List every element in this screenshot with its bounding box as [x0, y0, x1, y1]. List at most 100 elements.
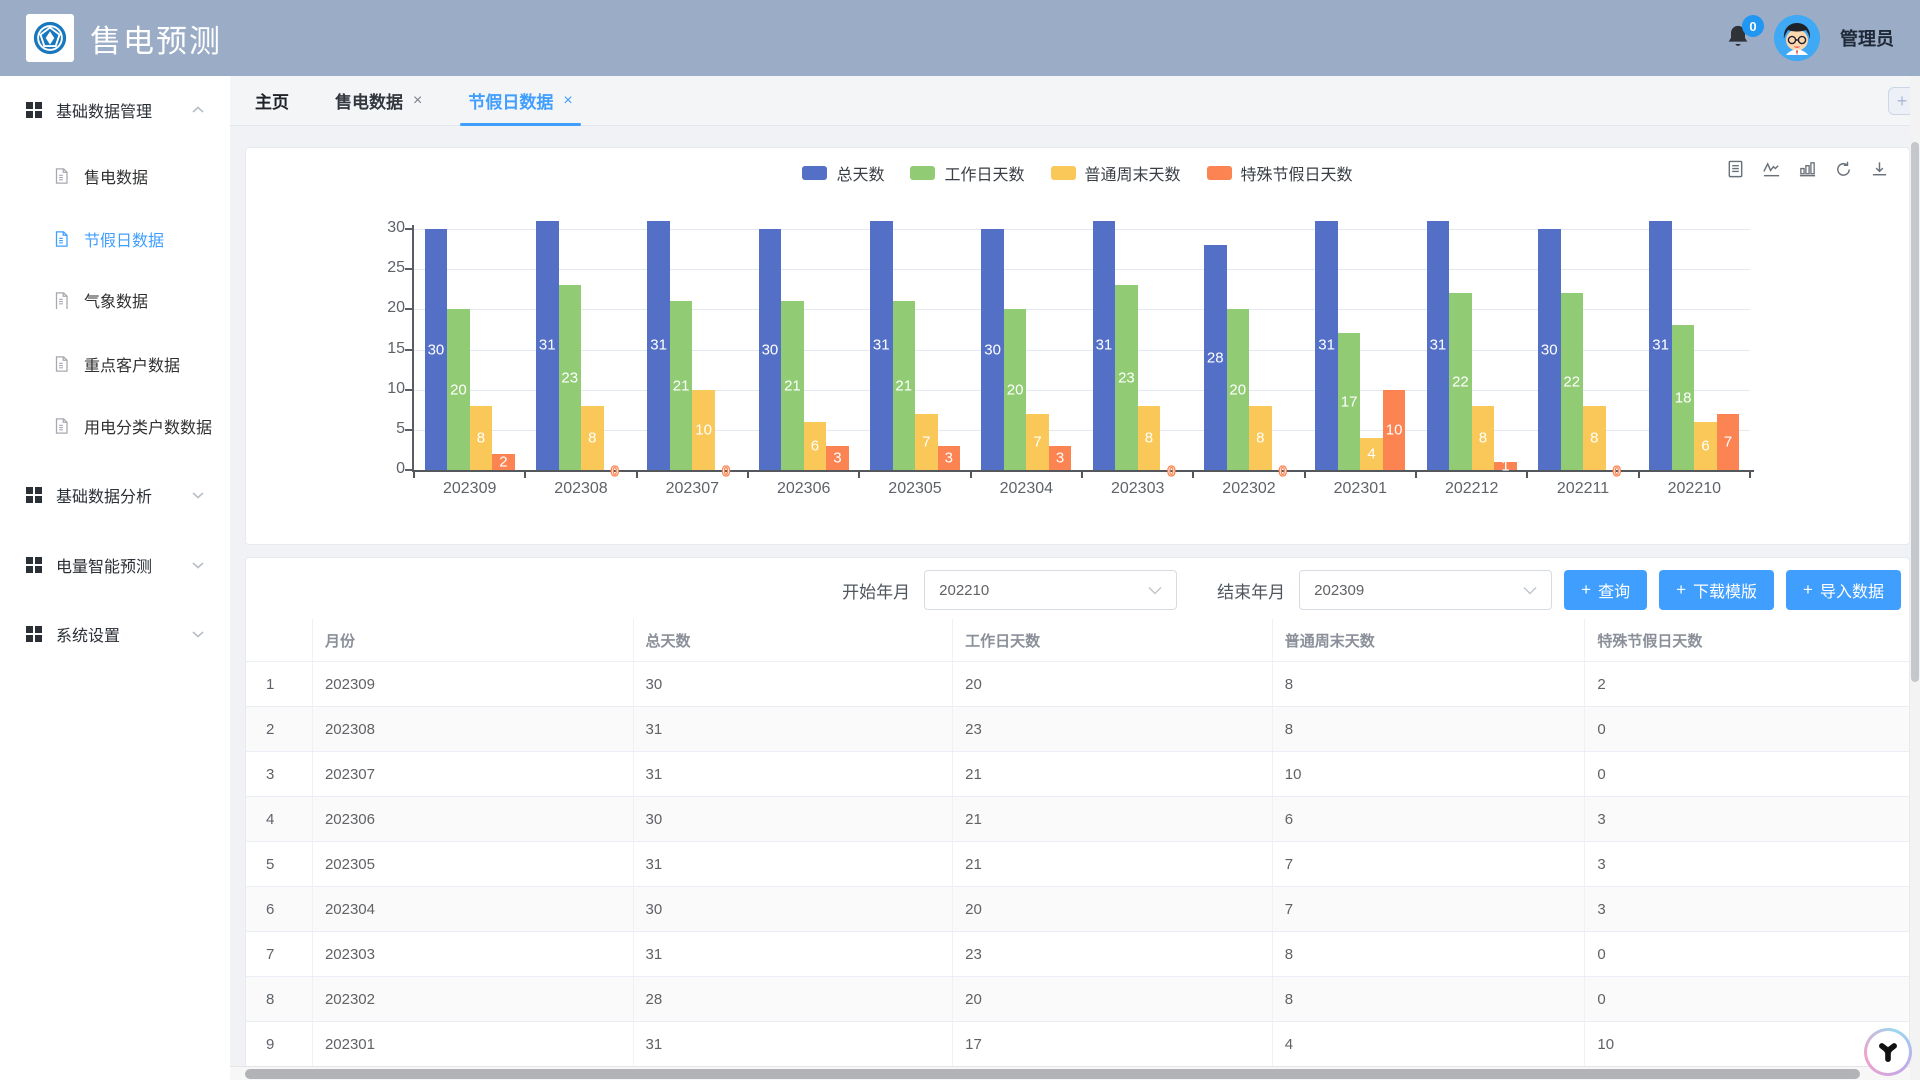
- x-axis-category-label: 202301: [1305, 480, 1416, 498]
- grid-squares-icon: [26, 102, 42, 118]
- sidebar-group-smart-power-forecast[interactable]: 电量智能预测: [0, 550, 230, 580]
- y-axis-tick: [405, 429, 412, 431]
- table-header-cell: [246, 619, 313, 661]
- bar-普通周末天数-202302[interactable]: 8: [1249, 406, 1272, 470]
- x-axis-category-label: 202308: [525, 480, 636, 498]
- x-axis-tick: [1749, 472, 1751, 478]
- bar-总天数-202308[interactable]: 31: [536, 221, 559, 470]
- bar-工作日天数-202307[interactable]: 21: [670, 301, 693, 470]
- bar-value-label: 18: [1668, 389, 1699, 406]
- bar-总天数-202307[interactable]: 31: [647, 221, 670, 470]
- sidebar-item-label: 售电数据: [84, 164, 148, 188]
- table-cell: 2: [1585, 662, 1909, 706]
- legend-item[interactable]: 总天数: [802, 161, 884, 185]
- bar-特殊节假日天数-202210[interactable]: 7: [1717, 414, 1740, 470]
- data-view-icon[interactable]: [1726, 160, 1745, 179]
- table-row-1[interactable]: 1202309302082: [246, 662, 1909, 707]
- bar-特殊节假日天数-202305[interactable]: 3: [938, 446, 961, 470]
- sidebar-item-consumption-category-data[interactable]: 用电分类户数数据: [0, 411, 230, 441]
- bar-value-label: 10: [688, 421, 719, 438]
- sidebar-item-holiday-data[interactable]: 节假日数据: [0, 224, 230, 254]
- tab-home[interactable]: 主页: [255, 76, 289, 125]
- x-axis-tick: [524, 472, 526, 478]
- table-cell: 4: [1273, 1022, 1586, 1066]
- refresh-icon[interactable]: [1834, 160, 1853, 179]
- sidebar-group-basic-data-analysis[interactable]: 基础数据分析: [0, 480, 230, 510]
- bar-总天数-202301[interactable]: 31: [1315, 221, 1338, 470]
- x-axis-category-label: 202305: [859, 480, 970, 498]
- legend-item[interactable]: 工作日天数: [910, 161, 1024, 185]
- download-template-button[interactable]: + 下载模版: [1659, 570, 1774, 610]
- tab-electricity-sales-data[interactable]: 售电数据 ×: [335, 76, 422, 125]
- bar-特殊节假日天数-202309[interactable]: 2: [492, 454, 515, 470]
- user-name[interactable]: 管理员: [1840, 25, 1894, 51]
- y-axis-tick: [405, 469, 412, 471]
- end-month-value: 202309: [1314, 582, 1364, 599]
- horizontal-scrollbar-thumb[interactable]: [245, 1069, 1860, 1079]
- table-row-4[interactable]: 4202306302163: [246, 797, 1909, 842]
- download-icon[interactable]: [1870, 160, 1889, 179]
- tab-holiday-data[interactable]: 节假日数据 ×: [468, 76, 572, 125]
- bar-总天数-202306[interactable]: 30: [759, 229, 782, 470]
- bar-总天数-202305[interactable]: 31: [870, 221, 893, 470]
- bar-普通周末天数-202303[interactable]: 8: [1138, 406, 1161, 470]
- bar-普通周末天数-202301[interactable]: 4: [1360, 438, 1383, 470]
- legend-swatch: [1051, 166, 1076, 180]
- close-icon[interactable]: ×: [563, 92, 572, 110]
- x-axis-category-label: 202307: [637, 480, 748, 498]
- sidebar-group-label: 基础数据分析: [56, 483, 152, 507]
- bar-总天数-202302[interactable]: 28: [1204, 245, 1227, 470]
- bar-总天数-202303[interactable]: 31: [1093, 221, 1116, 470]
- bar-value-label: 8: [1134, 429, 1165, 446]
- assistant-floating-badge[interactable]: [1864, 1028, 1912, 1076]
- vertical-scrollbar-thumb[interactable]: [1911, 142, 1919, 682]
- chart-legend: 总天数 工作日天数 普通周末天数 特殊节假日天数: [246, 161, 1909, 185]
- table-row-9[interactable]: 92023013117410: [246, 1022, 1909, 1067]
- start-month-value: 202210: [939, 582, 989, 599]
- legend-item[interactable]: 特殊节假日天数: [1207, 161, 1353, 185]
- line-chart-icon[interactable]: [1762, 160, 1781, 179]
- table-cell: 8: [246, 977, 313, 1021]
- bar-普通周末天数-202308[interactable]: 8: [581, 406, 604, 470]
- bar-总天数-202211[interactable]: 30: [1538, 229, 1561, 470]
- y-axis-line: [412, 225, 414, 470]
- sidebar-item-label: 重点客户数据: [84, 352, 180, 376]
- bar-特殊节假日天数-202306[interactable]: 3: [826, 446, 849, 470]
- table-row-7[interactable]: 7202303312380: [246, 932, 1909, 977]
- end-month-label: 结束年月: [1217, 578, 1285, 603]
- avatar[interactable]: [1774, 15, 1820, 61]
- bar-特殊节假日天数-202301[interactable]: 10: [1383, 390, 1406, 470]
- vertical-scrollbar[interactable]: [1910, 76, 1920, 1080]
- table-row-3[interactable]: 32023073121100: [246, 752, 1909, 797]
- bar-总天数-202304[interactable]: 30: [981, 229, 1004, 470]
- sidebar-item-key-customer-data[interactable]: 重点客户数据: [0, 349, 230, 379]
- end-month-select[interactable]: 202309: [1299, 570, 1552, 610]
- table-row-2[interactable]: 2202308312380: [246, 707, 1909, 752]
- table-cell: 10: [1273, 752, 1586, 796]
- sidebar-item-electricity-sales-data[interactable]: 售电数据: [0, 161, 230, 191]
- bar-总天数-202309[interactable]: 30: [425, 229, 448, 470]
- bar-总天数-202210[interactable]: 31: [1649, 221, 1672, 470]
- plus-icon: +: [1803, 580, 1813, 600]
- close-icon[interactable]: ×: [413, 92, 422, 110]
- notification-bell[interactable]: 0: [1724, 23, 1754, 53]
- sidebar-item-weather-data[interactable]: 气象数据: [0, 285, 230, 315]
- table-row-8[interactable]: 8202302282080: [246, 977, 1909, 1022]
- table-cell: 7: [246, 932, 313, 976]
- table-row-6[interactable]: 6202304302073: [246, 887, 1909, 932]
- table-cell: 20: [953, 887, 1273, 931]
- query-button[interactable]: + 查询: [1564, 570, 1647, 610]
- sidebar-group-basic-data-management[interactable]: 基础数据管理: [0, 95, 230, 125]
- bar-chart-icon[interactable]: [1798, 160, 1817, 179]
- bar-总天数-202212[interactable]: 31: [1427, 221, 1450, 470]
- horizontal-scrollbar[interactable]: [230, 1066, 1910, 1080]
- bar-普通周末天数-202307[interactable]: 10: [692, 390, 715, 470]
- bar-普通周末天数-202211[interactable]: 8: [1583, 406, 1606, 470]
- sidebar-group-system-settings[interactable]: 系统设置: [0, 619, 230, 649]
- table-row-5[interactable]: 5202305312173: [246, 842, 1909, 887]
- bar-特殊节假日天数-202212[interactable]: 1: [1494, 462, 1517, 470]
- legend-item[interactable]: 普通周末天数: [1051, 161, 1181, 185]
- bar-特殊节假日天数-202304[interactable]: 3: [1049, 446, 1072, 470]
- start-month-select[interactable]: 202210: [924, 570, 1177, 610]
- import-data-button[interactable]: + 导入数据: [1786, 570, 1901, 610]
